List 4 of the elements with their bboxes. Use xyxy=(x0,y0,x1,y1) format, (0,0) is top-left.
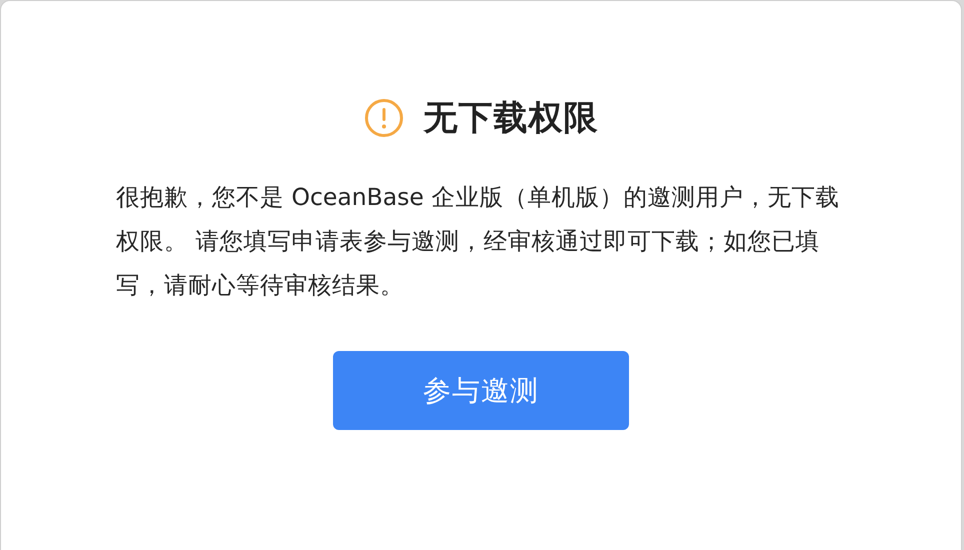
join-button[interactable]: 参与邀测 xyxy=(333,351,629,430)
warning-icon xyxy=(364,98,404,138)
dialog-message: 很抱歉，您不是 OceanBase 企业版（单机版）的邀测用户，无下载权限。 请您填写申请表参与邀测，经审核通过即可下载；如您已填写，请耐心等待审核结果。 xyxy=(116,182,840,301)
dialog-title: 无下载权限 xyxy=(424,97,598,140)
